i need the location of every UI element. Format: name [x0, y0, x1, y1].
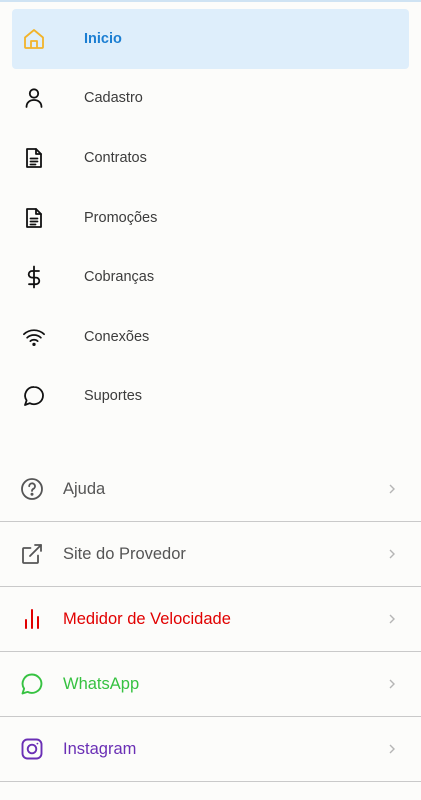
- link-medidor-de-velocidade[interactable]: Medidor de Velocidade: [0, 587, 421, 652]
- top-divider: [0, 0, 421, 2]
- link-site-do-provedor[interactable]: Site do Provedor: [0, 522, 421, 587]
- nav-item-cobrancas[interactable]: Cobranças: [12, 247, 409, 307]
- nav-label: Cobranças: [84, 269, 155, 286]
- instagram-icon: [20, 737, 44, 761]
- bar-chart-icon: [20, 607, 44, 631]
- nav-item-cadastro[interactable]: Cadastro: [12, 69, 409, 129]
- nav-item-conexoes[interactable]: Conexões: [12, 307, 409, 367]
- side-nav: Inicio Cadastro Contratos Promoções Cobr…: [0, 9, 421, 426]
- nav-item-suportes[interactable]: Suportes: [12, 367, 409, 427]
- whatsapp-icon: [20, 672, 44, 696]
- link-instagram[interactable]: Instagram: [0, 717, 421, 782]
- chevron-right-icon: [389, 744, 395, 754]
- link-whatsapp[interactable]: WhatsApp: [0, 652, 421, 717]
- chevron-right-icon: [389, 549, 395, 559]
- link-label: WhatsApp: [63, 674, 140, 693]
- home-icon: [22, 27, 46, 51]
- nav-label: Inicio: [84, 30, 122, 47]
- nav-item-inicio[interactable]: Inicio: [12, 9, 409, 69]
- help-circle-icon: [20, 477, 44, 501]
- dollar-icon: [22, 265, 46, 289]
- nav-label: Conexões: [84, 328, 150, 345]
- document-icon: [22, 146, 46, 170]
- nav-item-promocoes[interactable]: Promoções: [12, 188, 409, 248]
- nav-label: Contratos: [84, 149, 147, 166]
- footer-links: Ajuda Site do Provedor Medidor de Veloci…: [0, 457, 421, 782]
- link-ajuda[interactable]: Ajuda: [0, 457, 421, 522]
- link-label: Site do Provedor: [63, 544, 186, 563]
- nav-label: Promoções: [84, 209, 158, 226]
- chevron-right-icon: [389, 679, 395, 689]
- document-icon: [22, 206, 46, 230]
- link-label: Instagram: [63, 739, 137, 758]
- nav-label: Suportes: [84, 388, 143, 405]
- wifi-icon: [22, 325, 46, 349]
- nav-label: Cadastro: [84, 90, 143, 107]
- link-label: Medidor de Velocidade: [63, 609, 231, 628]
- chevron-right-icon: [389, 484, 395, 494]
- nav-item-contratos[interactable]: Contratos: [12, 128, 409, 188]
- link-label: Ajuda: [63, 479, 106, 498]
- user-icon: [22, 86, 46, 110]
- external-link-icon: [20, 542, 44, 566]
- chat-bubble-icon: [22, 384, 46, 408]
- chevron-right-icon: [389, 614, 395, 624]
